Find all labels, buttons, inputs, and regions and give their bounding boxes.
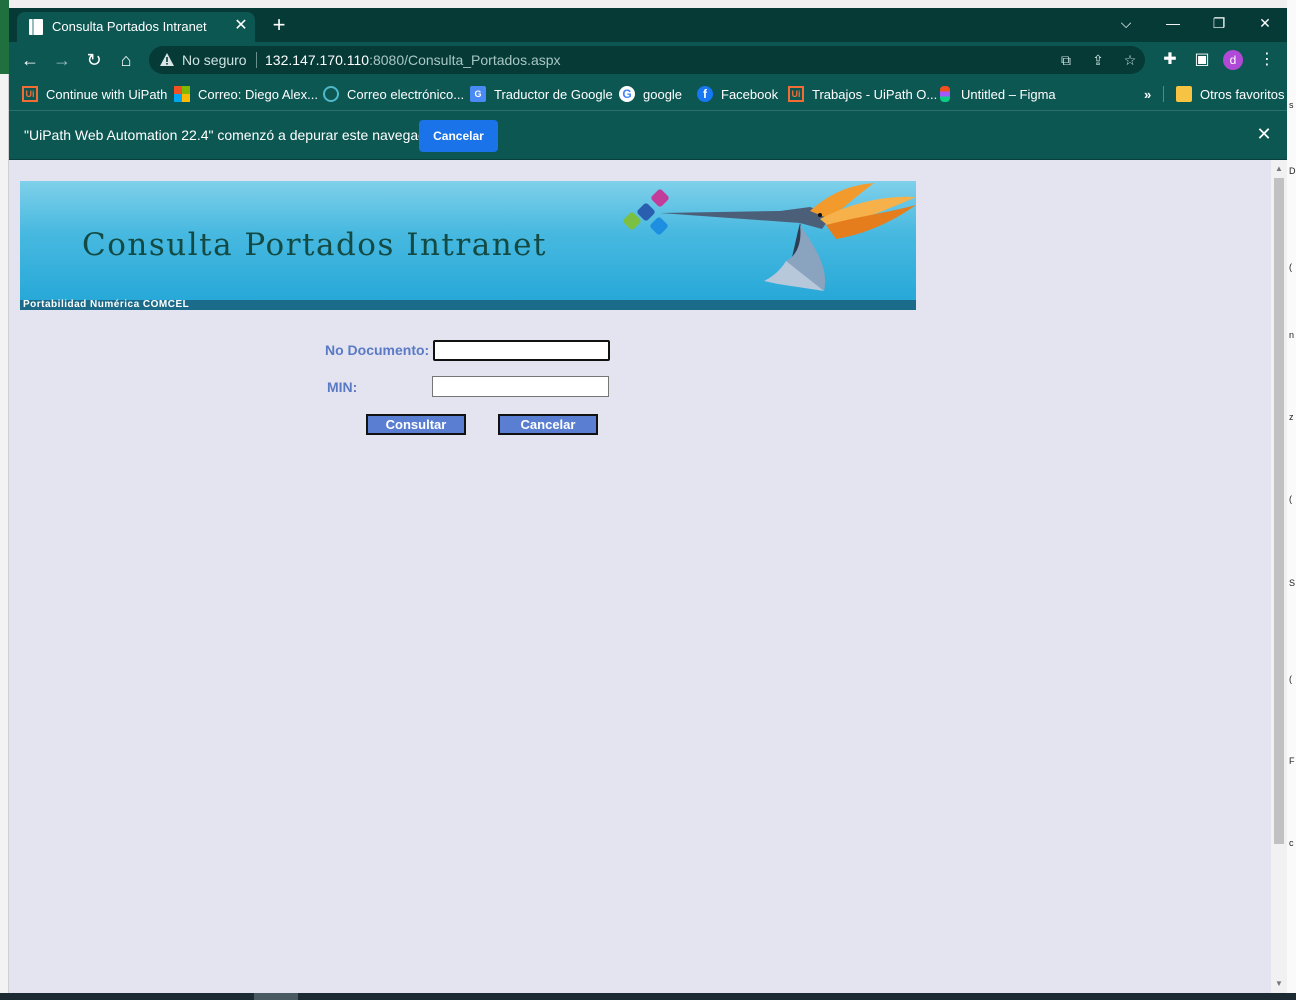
bookmark-trabajos-uipath[interactable]: Ui Trabajos - UiPath O...: [788, 84, 937, 104]
share-icon[interactable]: ⇪: [1087, 50, 1109, 70]
tab-close-icon[interactable]: ✕: [232, 17, 250, 35]
side-panel-icon[interactable]: ▣: [1189, 48, 1215, 72]
edge-glyph: (: [1289, 494, 1292, 504]
desktop: s D ( n z ( S ( F c Consulta Portados In…: [0, 0, 1296, 1000]
cancelar-button[interactable]: Cancelar: [498, 414, 598, 435]
new-tab-button[interactable]: +: [267, 14, 291, 38]
edge-glyph: D: [1289, 166, 1296, 176]
bookmark-label: Correo: Diego Alex...: [198, 86, 318, 102]
min-input[interactable]: [432, 376, 609, 397]
close-window-button[interactable]: ✕: [1250, 12, 1280, 34]
edge-glyph: (: [1289, 674, 1292, 684]
tab-strip: Consulta Portados Intranet ✕ + ⌵ — ❐ ✕: [9, 8, 1287, 42]
bookmark-figma[interactable]: Untitled – Figma: [937, 84, 1056, 104]
address-bar[interactable]: No seguro 132.147.170.110:8080/Consulta_…: [149, 46, 1145, 74]
bookmark-label: Untitled – Figma: [961, 86, 1056, 102]
figma-icon: [940, 86, 950, 102]
page-banner: Consulta Portados Intranet Portabilidad …: [20, 181, 916, 310]
bookmark-label: Traductor de Google: [494, 86, 613, 102]
google-icon: G: [619, 86, 635, 102]
document-label: No Documento:: [325, 342, 430, 358]
bookmark-star-icon[interactable]: ☆: [1119, 50, 1141, 70]
security-label[interactable]: No seguro: [182, 52, 247, 68]
chevron-double-right-icon: »: [1144, 86, 1152, 102]
tab-search-icon[interactable]: ⌵: [1111, 12, 1141, 34]
mail-icon: [323, 86, 339, 102]
google-translate-icon: G: [470, 86, 486, 102]
bookmarks-overflow-button[interactable]: »: [1144, 84, 1151, 104]
bookmark-continue-uipath[interactable]: Ui Continue with UiPath: [22, 84, 167, 104]
debugging-infobar: "UiPath Web Automation 22.4" comenzó a d…: [9, 110, 1287, 159]
background-window-edge: [0, 0, 9, 1000]
bookmark-label: google: [643, 86, 683, 102]
back-button[interactable]: ←: [17, 48, 43, 72]
navigation-toolbar: ← → ↻ ⌂ No seguro 132.147.170.110:8080/C…: [9, 42, 1287, 78]
menu-icon[interactable]: ⋮: [1254, 48, 1280, 72]
infobar-close-icon[interactable]: ✕: [1254, 124, 1274, 144]
edge-glyph: (: [1289, 262, 1292, 272]
scrollbar-thumb[interactable]: [1274, 178, 1284, 844]
browser-window: Consulta Portados Intranet ✕ + ⌵ — ❐ ✕ ←…: [9, 8, 1287, 993]
min-label: MIN:: [327, 379, 358, 395]
home-button[interactable]: ⌂: [113, 48, 139, 72]
taskbar-edge: [0, 993, 1296, 1000]
bookmark-label: Otros favoritos: [1200, 86, 1285, 102]
uipath-icon: Ui: [22, 86, 38, 102]
facebook-icon: f: [697, 86, 713, 102]
banner-title: Consulta Portados Intranet: [82, 227, 547, 263]
bookmark-label: Facebook: [721, 86, 779, 102]
bookmark-traductor[interactable]: G Traductor de Google: [470, 84, 613, 104]
edge-glyph: F: [1289, 756, 1295, 766]
page-icon: [29, 19, 43, 35]
warning-icon: [160, 53, 174, 66]
edge-glyph: S: [1289, 578, 1296, 588]
scroll-down-icon[interactable]: ▼: [1271, 977, 1287, 991]
url-path: :8080/Consulta_Portados.aspx: [369, 52, 561, 68]
folder-icon: [1176, 86, 1192, 102]
divider: [1163, 86, 1164, 102]
edge-glyph: z: [1289, 412, 1294, 422]
microsoft-icon: [174, 86, 190, 102]
bookmark-label: Trabajos - UiPath O...: [812, 86, 938, 102]
infobar-message: "UiPath Web Automation 22.4" comenzó a d…: [24, 127, 439, 143]
hummingbird-icon: [660, 183, 916, 291]
extensions-icon[interactable]: ✚: [1157, 48, 1183, 72]
url-host: 132.147.170.110: [265, 52, 370, 68]
bookmark-otros-favoritos[interactable]: Otros favoritos: [1176, 84, 1285, 104]
bookmark-label: Correo electrónico...: [347, 86, 465, 102]
bookmark-correo-electronico[interactable]: Correo electrónico...: [323, 84, 464, 104]
tab-consulta-portados[interactable]: Consulta Portados Intranet ✕: [17, 12, 255, 42]
restore-button[interactable]: ❐: [1204, 12, 1234, 34]
edge-glyph: s: [1289, 100, 1294, 110]
bookmarks-bar: Ui Continue with UiPath Correo: Diego Al…: [9, 78, 1287, 110]
page-scrollbar[interactable]: ▲ ▼: [1271, 160, 1287, 993]
translate-icon[interactable]: ⧉: [1055, 50, 1077, 70]
consultar-button[interactable]: Consultar: [366, 414, 466, 435]
bookmark-label: Continue with UiPath: [46, 86, 168, 102]
url-text: 132.147.170.110:8080/Consulta_Portados.a…: [265, 52, 561, 68]
forward-button[interactable]: →: [49, 48, 75, 72]
bookmark-correo-diego[interactable]: Correo: Diego Alex...: [174, 84, 318, 104]
uipath-icon: Ui: [788, 86, 804, 102]
bookmark-facebook[interactable]: f Facebook: [697, 84, 778, 104]
minimize-button[interactable]: —: [1158, 12, 1188, 34]
profile-avatar[interactable]: d: [1223, 50, 1243, 70]
scroll-up-icon[interactable]: ▲: [1271, 162, 1287, 176]
page-viewport: Consulta Portados Intranet Portabilidad …: [9, 160, 1287, 993]
tab-title: Consulta Portados Intranet: [52, 19, 207, 34]
divider: [256, 52, 257, 68]
background-window-edge-right: s D ( n z ( S ( F c: [1287, 0, 1296, 1000]
bookmark-google[interactable]: G google: [619, 84, 682, 104]
infobar-cancel-button[interactable]: Cancelar: [419, 120, 498, 152]
edge-glyph: c: [1289, 838, 1294, 848]
edge-glyph: n: [1289, 330, 1295, 340]
reload-button[interactable]: ↻: [81, 48, 107, 72]
banner-subtitle: Portabilidad Numérica COMCEL: [23, 299, 190, 310]
document-input[interactable]: [433, 340, 610, 361]
